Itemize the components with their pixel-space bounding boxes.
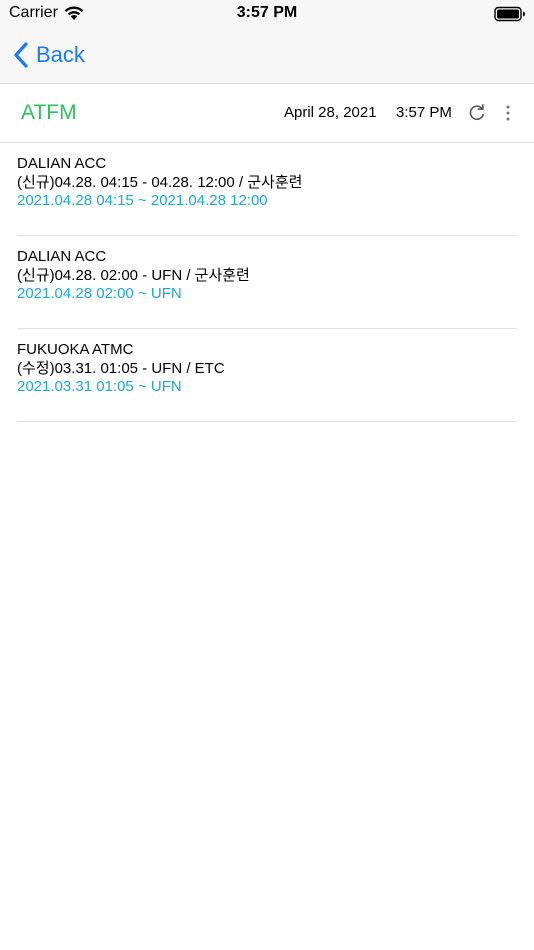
battery-icon: [494, 6, 525, 22]
more-vertical-icon[interactable]: [502, 103, 514, 123]
list-item[interactable]: FUKUOKA ATMC (수정)03.31. 01:05 - UFN / ET…: [17, 329, 517, 422]
page-header: ATFM April 28, 2021 3:57 PM: [0, 84, 534, 143]
back-label: Back: [36, 42, 85, 67]
item-summary: (신규)04.28. 02:00 - UFN / 군사훈련: [17, 266, 250, 284]
item-summary: (수정)03.31. 01:05 - UFN / ETC: [17, 359, 225, 377]
item-unit: DALIAN ACC: [17, 248, 107, 265]
header-time: 3:57 PM: [396, 104, 452, 121]
refresh-icon[interactable]: [467, 103, 487, 123]
status-time: 3:57 PM: [236, 4, 298, 21]
chevron-left-icon: [14, 42, 28, 68]
notice-list: DALIAN ACC (신규)04.28. 04:15 - 04.28. 12:…: [17, 143, 517, 422]
status-bar: Carrier 3:57 PM: [0, 0, 534, 28]
item-unit: FUKUOKA ATMC: [17, 341, 134, 358]
navigation-bar: Back: [0, 28, 534, 84]
list-item[interactable]: DALIAN ACC (신규)04.28. 04:15 - 04.28. 12:…: [17, 143, 517, 236]
item-period: 2021.03.31 01:05 ~ UFN: [17, 378, 182, 395]
item-period: 2021.04.28 02:00 ~ UFN: [17, 285, 182, 302]
page-title: ATFM: [21, 101, 77, 124]
header-date: April 28, 2021: [284, 104, 377, 121]
list-item[interactable]: DALIAN ACC (신규)04.28. 02:00 - UFN / 군사훈련…: [17, 236, 517, 329]
back-button[interactable]: Back: [12, 38, 85, 72]
item-summary: (신규)04.28. 04:15 - 04.28. 12:00 / 군사훈련: [17, 173, 303, 191]
item-period: 2021.04.28 04:15 ~ 2021.04.28 12:00: [17, 192, 268, 209]
item-unit: DALIAN ACC: [17, 155, 107, 172]
